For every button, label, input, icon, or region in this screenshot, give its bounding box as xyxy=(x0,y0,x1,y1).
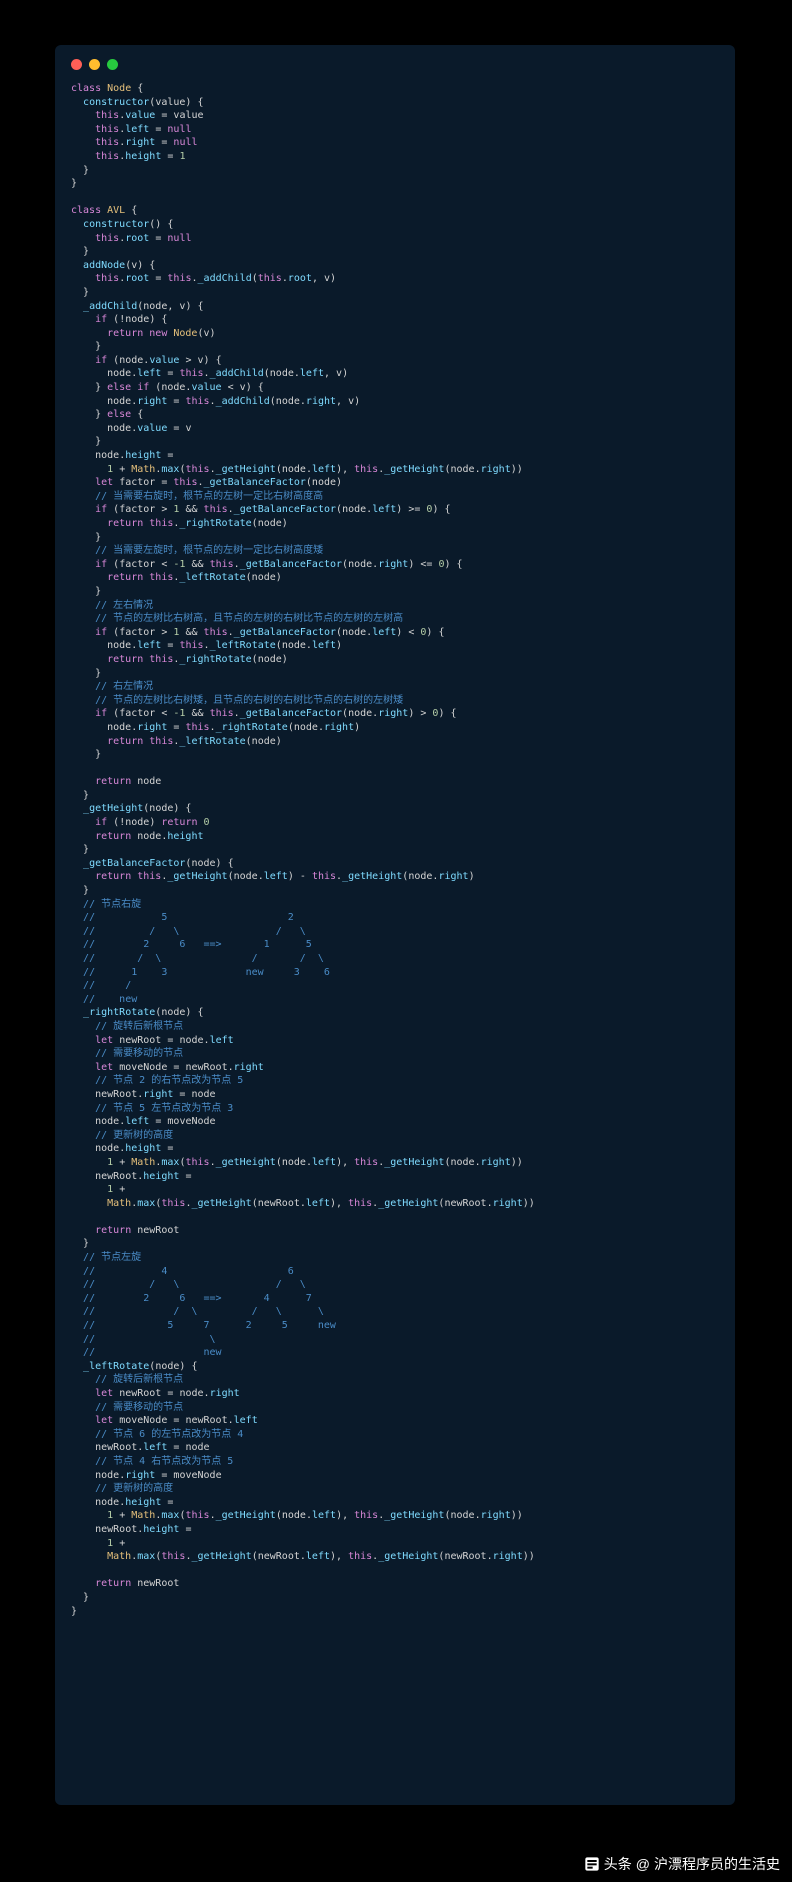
window-controls xyxy=(71,59,719,70)
watermark-name: 沪漂程序员的生活史 xyxy=(654,1854,780,1874)
code-content: class Node { constructor(value) { this.v… xyxy=(71,82,719,1618)
watermark-at: @ xyxy=(636,1856,650,1872)
maximize-icon[interactable] xyxy=(107,59,118,70)
code-window: class Node { constructor(value) { this.v… xyxy=(55,45,735,1805)
watermark-brand: 头条 xyxy=(604,1854,632,1874)
watermark: 头条 @ 沪漂程序员的生活史 xyxy=(584,1854,780,1874)
minimize-icon[interactable] xyxy=(89,59,100,70)
toutiao-icon xyxy=(584,1856,600,1872)
close-icon[interactable] xyxy=(71,59,82,70)
